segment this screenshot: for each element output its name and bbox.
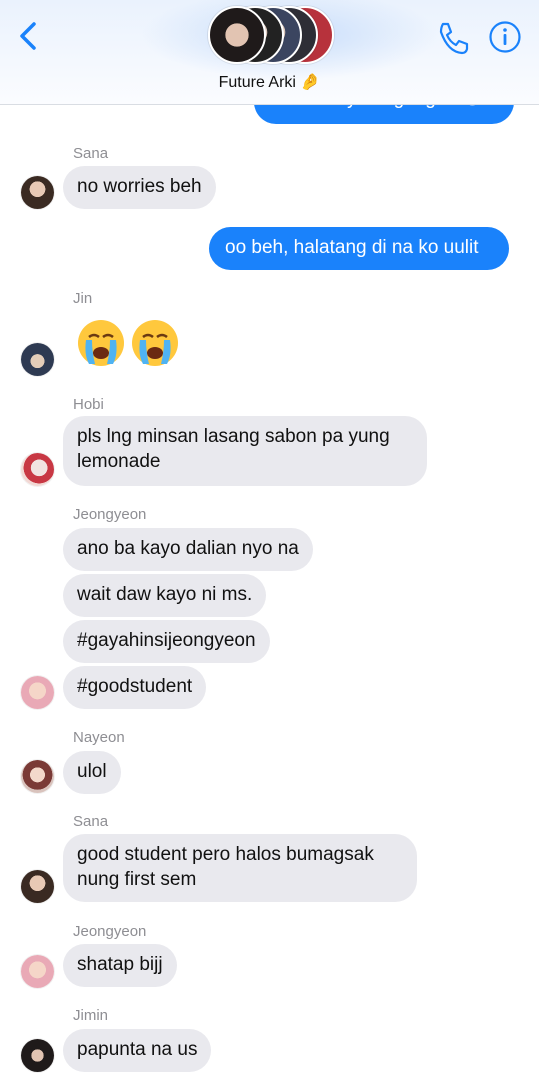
message-text: no worries beh	[77, 176, 202, 197]
message-text: shatap bijj	[77, 954, 163, 975]
avatar[interactable]	[21, 1039, 54, 1072]
message-text: wait daw kayo ni ms.	[77, 584, 253, 605]
outgoing-message[interactable]: oo beh, halatang di na ko uulit	[209, 227, 509, 270]
crying-face-icon	[132, 320, 178, 366]
sender-name: Jimin	[73, 1007, 109, 1024]
sender-name: Jeongyeon	[73, 923, 147, 940]
message-text: #goodstudent	[77, 676, 193, 697]
incoming-message[interactable]: no worries beh	[63, 166, 216, 209]
sender-name: Nayeon	[73, 729, 125, 746]
incoming-message[interactable]: #goodstudent	[63, 666, 207, 709]
incoming-message[interactable]: good student pero halos bumagsak nung fi…	[63, 834, 417, 902]
avatar[interactable]	[21, 676, 54, 709]
message-text: ulol	[77, 761, 107, 782]
incoming-message[interactable]: papunta na us	[63, 1029, 212, 1072]
incoming-message[interactable]: shatap bijj	[63, 944, 177, 987]
phone-icon[interactable]	[434, 20, 470, 56]
avatar[interactable]	[21, 870, 54, 903]
chat-header: Future Arki 🤌	[0, 0, 539, 105]
message-text: oo beh, halatang di na ko uulit	[225, 237, 479, 258]
info-icon[interactable]	[488, 20, 522, 54]
sender-name: Hobi	[73, 396, 104, 413]
chevron-left-icon[interactable]	[14, 18, 46, 54]
sender-name: Jin	[73, 290, 93, 307]
avatar[interactable]	[21, 760, 54, 793]
avatar[interactable]	[21, 176, 54, 209]
group-avatar-stack[interactable]	[208, 6, 334, 64]
conversation-thread[interactable]: dito ata sya naghugas 😭 Sana no worries …	[0, 0, 539, 1075]
sender-name: Sana	[73, 145, 109, 162]
avatar	[208, 6, 266, 64]
message-text: ano ba kayo dalian nyo na	[77, 538, 299, 559]
avatar[interactable]	[21, 955, 54, 988]
emoji-message[interactable]	[76, 318, 180, 368]
incoming-message[interactable]: pls lng minsan lasang sabon pa yung lemo…	[63, 416, 427, 486]
incoming-message[interactable]: #gayahinsijeongyeon	[63, 620, 270, 663]
sender-name: Jeongyeon	[73, 506, 147, 523]
message-text: #gayahinsijeongyeon	[77, 630, 256, 651]
message-text: good student pero halos bumagsak nung fi…	[77, 844, 374, 890]
sender-name: Sana	[73, 813, 109, 830]
incoming-message[interactable]: ulol	[63, 751, 121, 794]
incoming-message[interactable]: ano ba kayo dalian nyo na	[63, 528, 313, 571]
message-text: papunta na us	[77, 1039, 198, 1060]
message-text: pls lng minsan lasang sabon pa yung lemo…	[77, 426, 390, 472]
avatar[interactable]	[21, 453, 54, 486]
avatar[interactable]	[21, 343, 54, 376]
crying-face-icon	[78, 320, 124, 366]
group-name[interactable]: Future Arki 🤌	[0, 72, 539, 92]
incoming-message[interactable]: wait daw kayo ni ms.	[63, 574, 267, 617]
